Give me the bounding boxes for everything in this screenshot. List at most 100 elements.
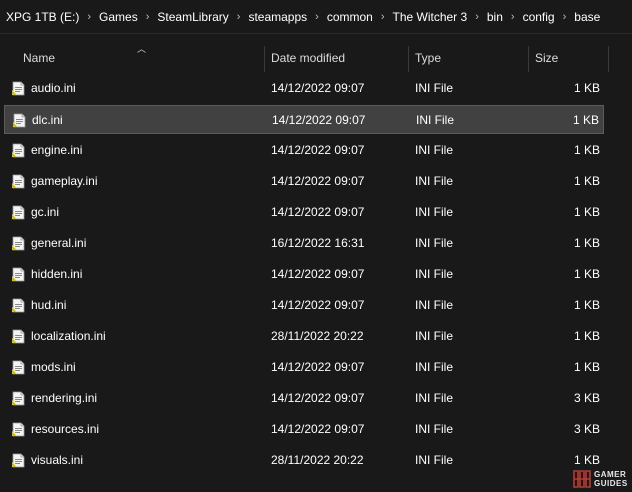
- column-header-name[interactable]: Name: [23, 42, 55, 74]
- file-name: rendering.ini: [31, 391, 98, 405]
- breadcrumb-item[interactable]: The Witcher 3: [393, 10, 468, 24]
- watermark-logo: GAMER GUIDES: [572, 467, 632, 492]
- file-name: general.ini: [31, 236, 87, 250]
- file-type: INI File: [415, 298, 454, 312]
- file-row[interactable]: localization.ini 28/11/2022 20:22 INI File…: [4, 322, 604, 351]
- file-name: mods.ini: [31, 360, 76, 374]
- file-size: 3 KB: [573, 422, 600, 436]
- ini-file-icon: [11, 205, 25, 220]
- breadcrumb-item[interactable]: XPG 1TB (E:): [6, 10, 79, 24]
- file-date-modified: 14/12/2022 09:07: [271, 174, 365, 188]
- file-type: INI File: [415, 360, 454, 374]
- file-date-modified: 28/11/2022 20:22: [271, 453, 364, 467]
- file-name: gameplay.ini: [31, 174, 98, 188]
- ini-file-icon: [11, 453, 25, 468]
- file-date-modified: 14/12/2022 09:07: [271, 298, 365, 312]
- file-size: 1 KB: [573, 143, 600, 157]
- file-date-modified: 14/12/2022 09:07: [271, 422, 365, 436]
- file-date-modified: 28/11/2022 20:22: [271, 329, 364, 343]
- file-name: visuals.ini: [31, 453, 84, 467]
- file-type: INI File: [415, 205, 454, 219]
- file-row[interactable]: general.ini 16/12/2022 16:31 INI File 1 KB: [4, 229, 604, 258]
- file-name: localization.ini: [31, 329, 106, 343]
- column-header-size[interactable]: Size: [535, 42, 558, 74]
- breadcrumb-separator-chevron-icon[interactable]: ›: [381, 11, 385, 23]
- ini-file-icon: [11, 143, 25, 158]
- breadcrumb-separator-chevron-icon[interactable]: ›: [511, 11, 515, 23]
- file-type: INI File: [415, 236, 454, 250]
- file-size: 1 KB: [573, 298, 600, 312]
- watermark-line1: GAMER: [594, 470, 627, 479]
- ini-file-icon: [11, 360, 25, 375]
- file-name: audio.ini: [31, 81, 76, 95]
- breadcrumb-item[interactable]: SteamLibrary: [157, 10, 228, 24]
- breadcrumb-separator-chevron-icon[interactable]: ›: [146, 11, 150, 23]
- column-header-type[interactable]: Type: [415, 42, 441, 74]
- file-type: INI File: [415, 143, 454, 157]
- ini-file-icon: [11, 267, 25, 282]
- breadcrumb-separator-chevron-icon[interactable]: ›: [315, 11, 319, 23]
- file-size: 1 KB: [573, 205, 600, 219]
- breadcrumb-item[interactable]: common: [327, 10, 373, 24]
- file-type: INI File: [415, 267, 454, 281]
- file-row[interactable]: engine.ini 14/12/2022 09:07 INI File 1 KB: [4, 136, 604, 165]
- file-type: INI File: [415, 422, 454, 436]
- file-size: 1 KB: [573, 81, 600, 95]
- ini-file-icon: [11, 298, 25, 313]
- ini-file-icon: [11, 236, 25, 251]
- breadcrumb-separator-chevron-icon[interactable]: ›: [87, 11, 91, 23]
- column-divider[interactable]: [608, 46, 609, 72]
- file-row[interactable]: hidden.ini 14/12/2022 09:07 INI File 1 KB: [4, 260, 604, 289]
- breadcrumb-item[interactable]: steamapps: [248, 10, 307, 24]
- file-size: 1 KB: [572, 113, 599, 127]
- column-divider[interactable]: [264, 46, 265, 72]
- column-header-date-modified[interactable]: Date modified: [271, 42, 345, 74]
- file-row[interactable]: rendering.ini 14/12/2022 09:07 INI File 3 K…: [4, 384, 604, 413]
- file-size: 1 KB: [573, 360, 600, 374]
- file-row[interactable]: visuals.ini 28/11/2022 20:22 INI File 1 KB: [4, 446, 604, 475]
- file-name: hidden.ini: [31, 267, 83, 281]
- breadcrumb-item[interactable]: config: [523, 10, 555, 24]
- ini-file-icon: [12, 113, 26, 128]
- ini-file-icon: [11, 174, 25, 189]
- file-name: dlc.ini: [32, 113, 63, 127]
- ini-file-icon: [11, 81, 25, 96]
- breadcrumb-separator-chevron-icon[interactable]: ›: [237, 11, 241, 23]
- column-header-row: Name ︿ Date modified Type Size: [0, 42, 632, 74]
- breadcrumb: XPG 1TB (E:) › Games › SteamLibrary › steamapp…: [0, 0, 632, 34]
- watermark-line2: GUIDES: [594, 479, 628, 488]
- file-name: engine.ini: [31, 143, 83, 157]
- file-type: INI File: [415, 329, 454, 343]
- column-divider[interactable]: [528, 46, 529, 72]
- file-row[interactable]: hud.ini 14/12/2022 09:07 INI File 1 KB: [4, 291, 604, 320]
- file-row[interactable]: gc.ini 14/12/2022 09:07 INI File 1 KB: [4, 198, 604, 227]
- watermark-text: GAMER GUIDES: [594, 470, 628, 488]
- file-size: 1 KB: [573, 267, 600, 281]
- file-row[interactable]: mods.ini 14/12/2022 09:07 INI File 1 KB: [4, 353, 604, 382]
- ini-file-icon: [11, 329, 25, 344]
- file-date-modified: 16/12/2022 16:31: [271, 236, 365, 250]
- file-row[interactable]: dlc.ini 14/12/2022 09:07 INI File 1 KB: [4, 105, 604, 134]
- breadcrumb-separator-chevron-icon[interactable]: ›: [563, 11, 567, 23]
- file-size: 1 KB: [573, 174, 600, 188]
- file-row[interactable]: audio.ini 14/12/2022 09:07 INI File 1 KB: [4, 74, 604, 103]
- file-type: INI File: [415, 81, 454, 95]
- file-name: hud.ini: [31, 298, 67, 312]
- file-size: 1 KB: [573, 236, 600, 250]
- gamer-guides-logo-icon: [573, 470, 591, 488]
- file-date-modified: 14/12/2022 09:07: [271, 391, 365, 405]
- breadcrumb-separator-chevron-icon[interactable]: ›: [475, 11, 479, 23]
- column-divider[interactable]: [408, 46, 409, 72]
- breadcrumb-item[interactable]: base: [574, 10, 600, 24]
- file-date-modified: 14/12/2022 09:07: [271, 360, 365, 374]
- file-row[interactable]: resources.ini 14/12/2022 09:07 INI File 3 K…: [4, 415, 604, 444]
- file-date-modified: 14/12/2022 09:07: [271, 205, 365, 219]
- file-row[interactable]: gameplay.ini 14/12/2022 09:07 INI File 1 KB: [4, 167, 604, 196]
- file-type: INI File: [415, 453, 454, 467]
- file-name: gc.ini: [31, 205, 60, 219]
- file-type: INI File: [415, 391, 454, 405]
- breadcrumb-item[interactable]: bin: [487, 10, 503, 24]
- breadcrumb-item[interactable]: Games: [99, 10, 138, 24]
- file-size: 3 KB: [573, 391, 600, 405]
- file-date-modified: 14/12/2022 09:07: [271, 143, 365, 157]
